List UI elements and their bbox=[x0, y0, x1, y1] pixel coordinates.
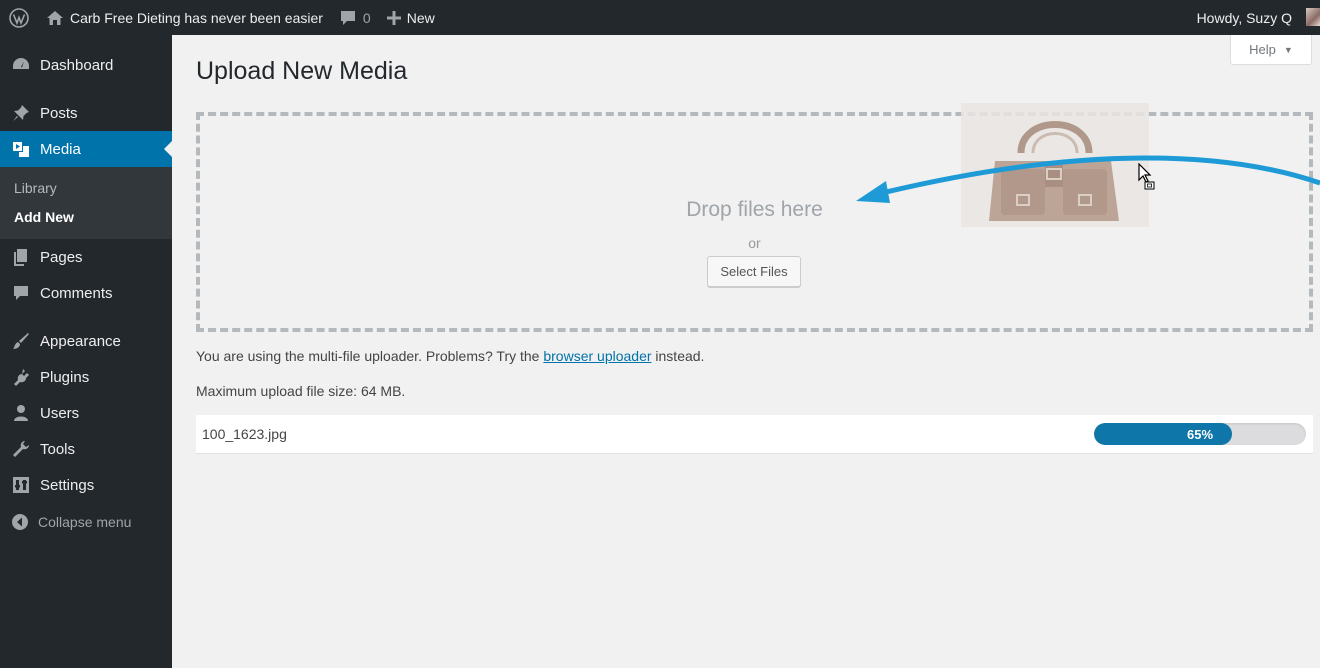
collapse-arrow-icon bbox=[11, 513, 29, 531]
upload-file-row: 100_1623.jpg 65% bbox=[196, 415, 1313, 454]
media-icon bbox=[10, 138, 32, 160]
plus-icon bbox=[386, 10, 401, 25]
dashboard-icon bbox=[10, 54, 32, 76]
uploader-info: You are using the multi-file uploader. P… bbox=[196, 348, 704, 364]
sidebar-item-label: Comments bbox=[40, 284, 113, 302]
sidebar-item-media[interactable]: Media bbox=[0, 131, 172, 167]
uploader-prefix: You are using the multi-file uploader. P… bbox=[196, 348, 540, 364]
comments-link[interactable]: 0 bbox=[331, 0, 379, 35]
sidebar-item-pages[interactable]: Pages bbox=[0, 239, 172, 275]
select-files-button[interactable]: Select Files bbox=[707, 256, 801, 287]
browser-uploader-link[interactable]: browser uploader bbox=[543, 348, 651, 364]
sidebar-item-label: Appearance bbox=[40, 332, 121, 350]
user-icon bbox=[10, 402, 32, 424]
sidebar-item-label: Users bbox=[40, 404, 80, 422]
wrench-icon bbox=[10, 438, 32, 460]
new-content-link[interactable]: New bbox=[379, 0, 443, 35]
brush-icon bbox=[10, 330, 32, 352]
uploader-suffix: instead. bbox=[655, 348, 705, 364]
help-label: Help bbox=[1249, 42, 1276, 57]
help-tab-button[interactable]: Help ▼ bbox=[1230, 35, 1312, 65]
site-name-link[interactable]: Carb Free Dieting has never been easier bbox=[38, 0, 331, 35]
sidebar-item-comments[interactable]: Comments bbox=[0, 275, 172, 311]
submenu-item-add-new[interactable]: Add New bbox=[0, 202, 172, 231]
admin-bar: Carb Free Dieting has never been easier … bbox=[0, 0, 1320, 35]
home-icon bbox=[47, 10, 63, 25]
sidebar-item-label: Posts bbox=[40, 104, 78, 122]
pages-icon bbox=[10, 246, 32, 268]
sidebar-item-label: Tools bbox=[40, 440, 76, 458]
drag-arrow bbox=[856, 155, 1320, 203]
avatar[interactable] bbox=[1306, 8, 1320, 26]
collapse-label: Collapse menu bbox=[38, 514, 132, 530]
mouse-cursor-icon bbox=[1138, 163, 1155, 190]
admin-sidebar: Dashboard Posts Media Library Add New Pa… bbox=[0, 35, 172, 668]
sidebar-item-tools[interactable]: Tools bbox=[0, 431, 172, 467]
comment-icon bbox=[10, 282, 32, 304]
new-label: New bbox=[406, 9, 435, 26]
upload-progress-text: 65% bbox=[1186, 426, 1214, 442]
sidebar-item-dashboard[interactable]: Dashboard bbox=[0, 47, 172, 83]
upload-file-name: 100_1623.jpg bbox=[202, 426, 287, 442]
caret-down-icon: ▼ bbox=[1283, 44, 1293, 55]
sidebar-item-settings[interactable]: Settings bbox=[0, 467, 172, 503]
account-menu[interactable]: Howdy, Suzy Q bbox=[1189, 0, 1320, 35]
page-title: Upload New Media bbox=[196, 57, 408, 85]
pin-icon bbox=[10, 102, 32, 124]
collapse-menu-button[interactable]: Collapse menu bbox=[0, 505, 172, 539]
sidebar-item-posts[interactable]: Posts bbox=[0, 95, 172, 131]
sidebar-item-label: Settings bbox=[40, 476, 95, 494]
site-name-text: Carb Free Dieting has never been easier bbox=[70, 9, 323, 26]
sidebar-item-plugins[interactable]: Plugins bbox=[0, 359, 172, 395]
sidebar-item-label: Pages bbox=[40, 248, 83, 266]
sidebar-item-appearance[interactable]: Appearance bbox=[0, 323, 172, 359]
plug-icon bbox=[10, 366, 32, 388]
media-submenu: Library Add New bbox=[0, 167, 172, 239]
main-content: Help ▼ Upload New Media Drop files here … bbox=[172, 35, 1320, 668]
submenu-item-library[interactable]: Library bbox=[0, 173, 172, 202]
sidebar-item-label: Plugins bbox=[40, 368, 90, 386]
comments-count: 0 bbox=[362, 9, 371, 26]
upload-progress-bar: 65% bbox=[1094, 423, 1306, 445]
sidebar-item-users[interactable]: Users bbox=[0, 395, 172, 431]
comment-bubble-icon bbox=[340, 10, 355, 25]
greeting-text: Howdy, Suzy Q bbox=[1196, 9, 1292, 26]
settings-icon bbox=[10, 474, 32, 496]
sidebar-item-label: Dashboard bbox=[40, 56, 114, 74]
sidebar-item-label: Media bbox=[40, 140, 81, 158]
max-upload-size: Maximum upload file size: 64 MB. bbox=[196, 383, 406, 399]
wordpress-logo-icon[interactable] bbox=[0, 0, 38, 35]
